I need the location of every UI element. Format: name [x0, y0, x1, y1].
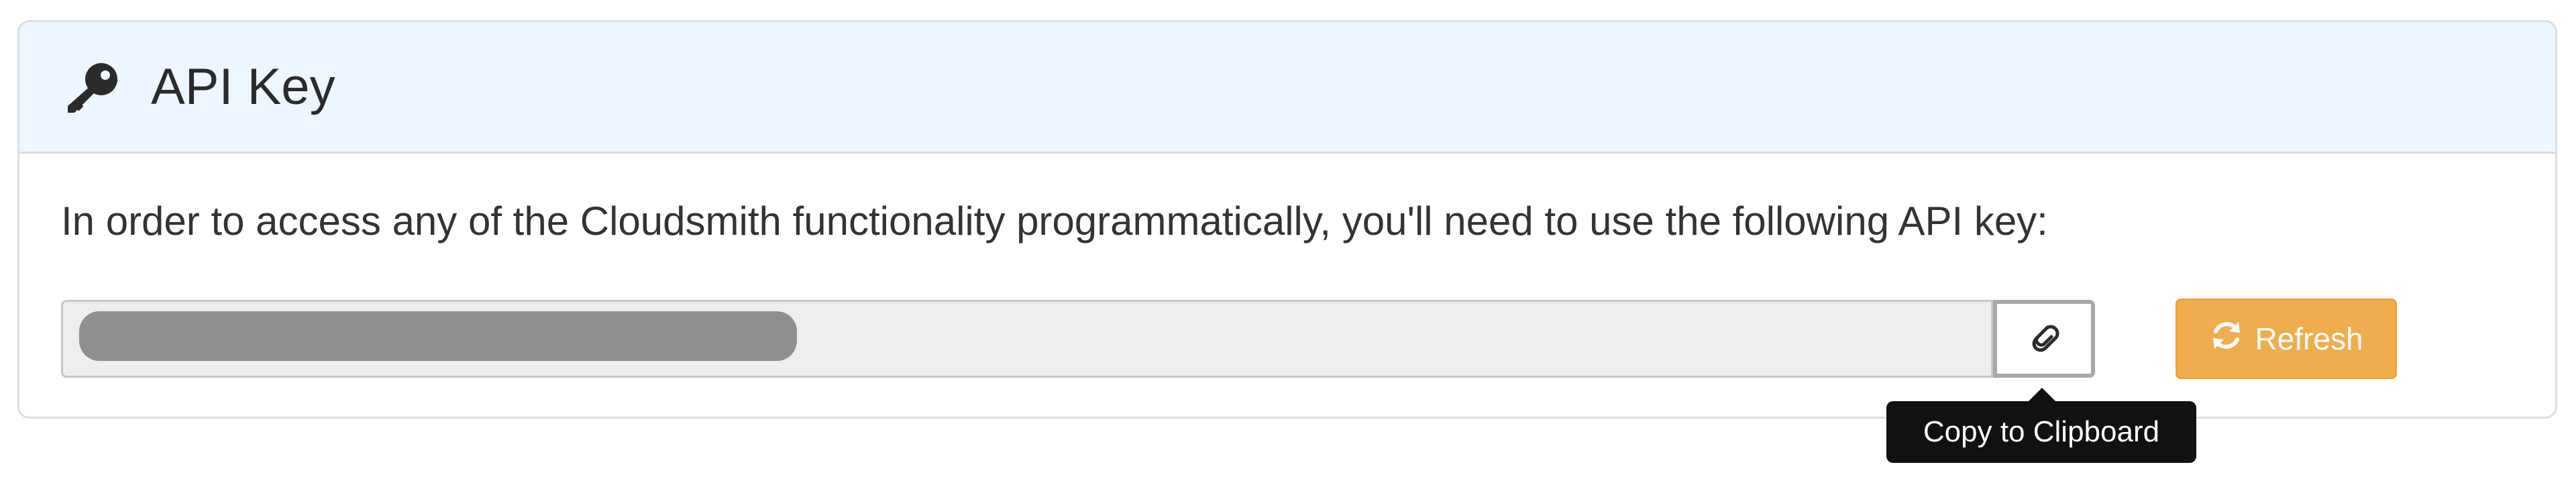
tooltip-arrow [2027, 388, 2057, 403]
copy-tooltip: Copy to Clipboard [1886, 401, 2196, 463]
refresh-icon [2209, 318, 2255, 360]
api-key-redaction [79, 311, 797, 361]
panel-header: API Key [19, 22, 2555, 154]
api-key-panel: API Key In order to access any of the Cl… [17, 20, 2557, 419]
panel-body: In order to access any of the Cloudsmith… [19, 154, 2555, 417]
refresh-button[interactable]: Refresh [2176, 299, 2397, 379]
paperclip-icon [2027, 321, 2061, 358]
copy-to-clipboard-button[interactable] [1993, 300, 2095, 378]
refresh-button-label: Refresh [2255, 321, 2363, 356]
api-key-description: In order to access any of the Cloudsmith… [61, 199, 2048, 244]
key-icon [65, 54, 132, 121]
panel-title: API Key [151, 58, 335, 115]
api-key-input[interactable] [61, 300, 1993, 378]
